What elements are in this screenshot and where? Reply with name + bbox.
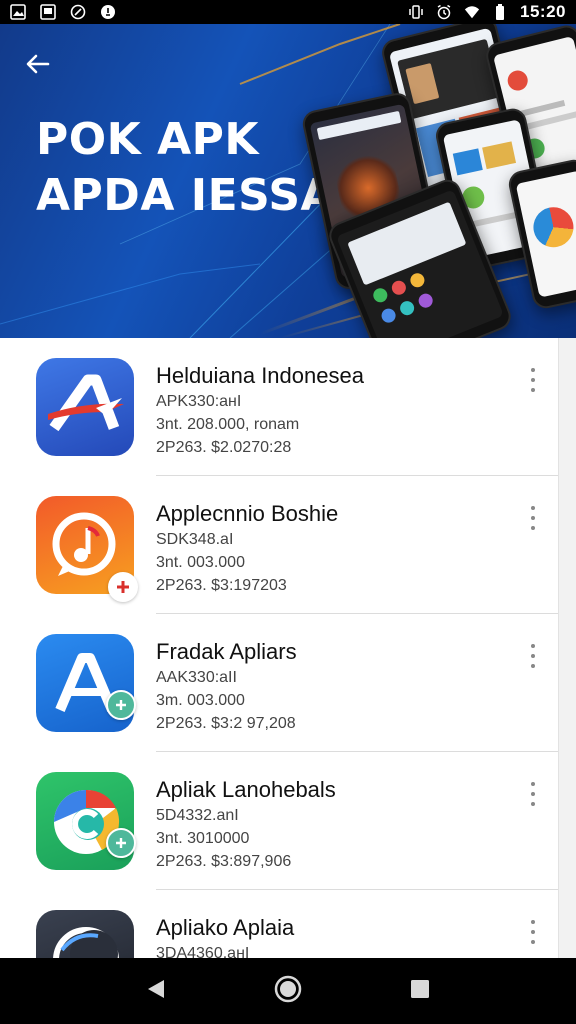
back-button[interactable] (20, 48, 56, 84)
more-options-button[interactable] (526, 368, 540, 398)
wifi-icon (464, 4, 480, 20)
banner-title: POK APK APDA IESSA (36, 112, 335, 224)
list-item[interactable]: Applecnnio Boshie SDK348.aI 3nt. 003.000… (0, 476, 558, 614)
nav-back-button[interactable] (134, 969, 178, 1013)
whatsapp-icon (70, 4, 86, 20)
app-meta-line3: 2P263. $2.0270:28 (156, 439, 292, 456)
navigation-bar (0, 958, 576, 1024)
app-name: Applecnnio Boshie (156, 501, 339, 526)
app-list[interactable]: Helduiana Indonesea APK330:aнI 3nt. 208.… (0, 338, 558, 958)
notification-icon (100, 4, 116, 20)
alarm-icon (436, 4, 452, 20)
app-a-red-icon (36, 358, 134, 456)
banner-title-line1: POK APK (36, 114, 259, 165)
app-name: Apliak Lanohebals (156, 777, 336, 802)
list-item[interactable]: Apliako Aplaia 3DA4360.aнI (0, 890, 558, 958)
more-vert-icon (531, 920, 535, 944)
app-meta-line3: 2P263. $3:197203 (156, 577, 287, 594)
more-vert-icon (531, 782, 535, 806)
image-icon (10, 4, 26, 20)
app-meta-line1: AAK330:aII (156, 669, 237, 686)
teal-plus-badge (106, 828, 136, 858)
banner-title-line2: APDA IESSA (36, 170, 336, 221)
status-time: 15:20 (520, 2, 566, 21)
status-bar: 15:20 (0, 0, 576, 24)
app-meta-line2: 3nt. 3010000 (156, 830, 250, 847)
document-icon (40, 4, 56, 20)
app-name: Apliako Aplaia (156, 915, 295, 940)
more-vert-icon (531, 506, 535, 530)
vibrate-icon (408, 4, 424, 20)
more-options-button[interactable] (526, 506, 540, 536)
app-meta-line1: 3DA4360.aнI (156, 945, 250, 958)
hero-banner: POK APK APDA IESSA (0, 24, 576, 338)
app-name: Helduiana Indonesea (156, 363, 364, 388)
nav-home-button[interactable] (266, 969, 310, 1013)
more-vert-icon (531, 368, 535, 392)
app-meta-line1: APK330:aнI (156, 393, 242, 410)
red-plus-badge (108, 572, 138, 602)
arrow-back-icon (24, 50, 52, 83)
nav-recents-button[interactable] (398, 969, 442, 1013)
list-item[interactable]: Apliak Lanohebals 5D4332.anI 3nt. 301000… (0, 752, 558, 890)
scrollbar[interactable] (558, 338, 576, 958)
app-meta-line1: 5D4332.anI (156, 807, 239, 824)
list-item[interactable]: Helduiana Indonesea APK330:aнI 3nt. 208.… (0, 338, 558, 476)
battery-icon (492, 4, 508, 20)
app-meta-line2: 3nt. 003.000 (156, 554, 245, 571)
more-options-button[interactable] (526, 920, 540, 950)
app-meta-line3: 2P263. $3:897,906 (156, 853, 292, 870)
back-triangle-icon (144, 977, 168, 1006)
app-meta-line2: 3m. 003.000 (156, 692, 245, 709)
more-options-button[interactable] (526, 782, 540, 812)
app-meta-line3: 2P263. $3:2 97,208 (156, 715, 296, 732)
more-vert-icon (531, 644, 535, 668)
list-item[interactable]: Fradak Apliars AAK330:aII 3m. 003.000 2P… (0, 614, 558, 752)
teal-plus-badge (106, 690, 136, 720)
more-options-button[interactable] (526, 644, 540, 674)
home-circle-icon (274, 975, 302, 1008)
moon-icon (36, 910, 134, 958)
app-name: Fradak Apliars (156, 639, 297, 664)
app-meta-line1: SDK348.aI (156, 531, 234, 548)
recents-square-icon (409, 978, 431, 1005)
app-meta-line2: 3nt. 208.000, ronam (156, 416, 300, 433)
